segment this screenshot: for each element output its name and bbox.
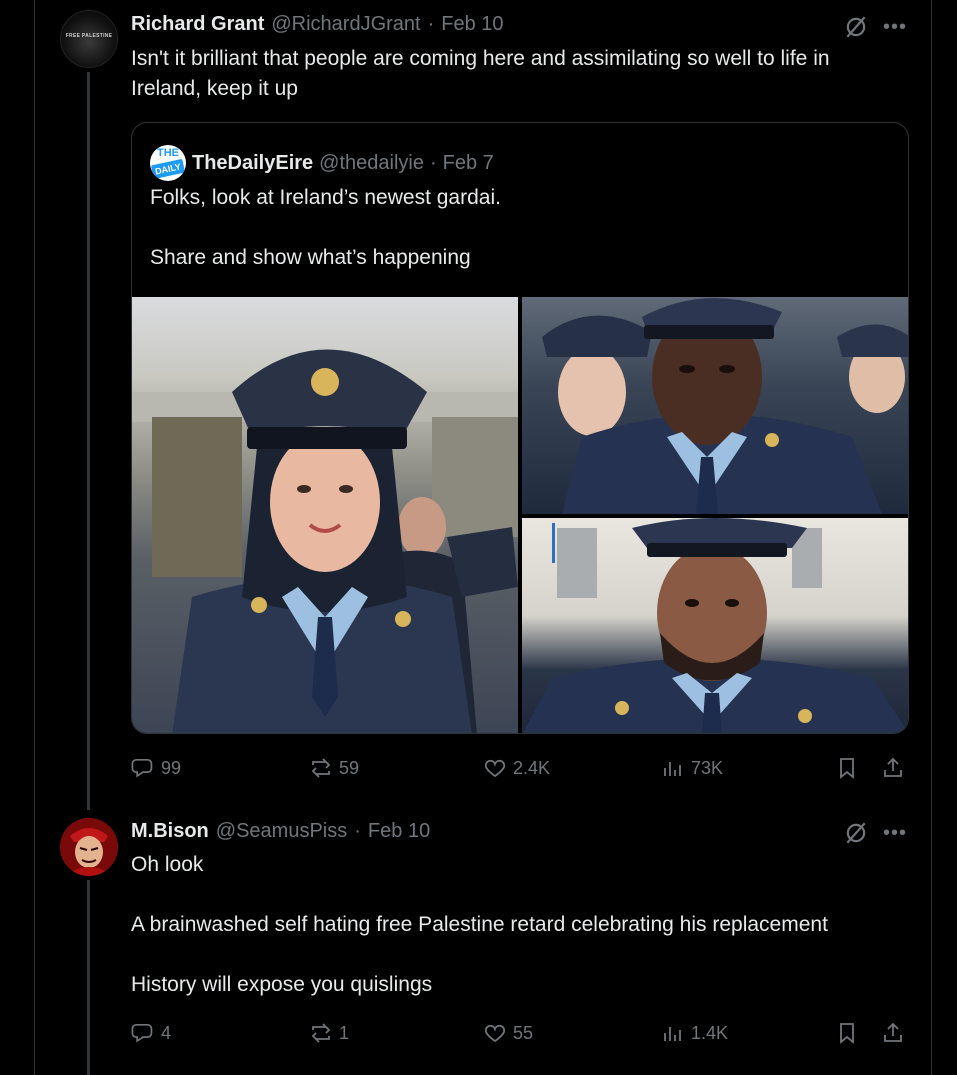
- tweet-top-icons: •••: [843, 820, 907, 846]
- separator: ·: [354, 820, 361, 842]
- repost-button[interactable]: 59: [309, 756, 359, 780]
- views-icon: [664, 1027, 681, 1041]
- tweet-header: M.Bison @SeamusPiss · Feb 10: [131, 820, 430, 843]
- quoted-date: Feb 7: [442, 151, 494, 174]
- photo-2[interactable]: [522, 297, 908, 514]
- tweet-date[interactable]: Feb 10: [368, 820, 430, 843]
- repost-icon: [311, 1023, 331, 1043]
- like-count: 55: [513, 1022, 534, 1043]
- tweet-date[interactable]: Feb 10: [441, 13, 503, 36]
- tweet-actions: 4 1 55 1.4K: [131, 1019, 907, 1047]
- views-button[interactable]: 1.4K: [661, 1021, 728, 1045]
- share-button[interactable]: [881, 756, 905, 780]
- share-icon: [884, 1022, 902, 1042]
- author-handle[interactable]: @SeamusPiss: [216, 820, 347, 843]
- tweet-text-line: A brainwashed self hating free Palestine…: [131, 913, 828, 936]
- photo-1[interactable]: [132, 297, 518, 733]
- more-options-icon[interactable]: •••: [883, 17, 907, 37]
- quoted-author-handle: @thedailyie: [319, 151, 424, 174]
- photo-grid: [132, 297, 908, 733]
- quoted-tweet-header: THE DAILY TheDailyEire @thedailyie · Feb…: [150, 145, 494, 181]
- tweet-header: Richard Grant @RichardJGrant · Feb 10: [131, 13, 504, 36]
- views-icon: [664, 762, 681, 776]
- quoted-avatar-bottom-text: DAILY: [150, 158, 186, 180]
- share-icon: [884, 757, 902, 777]
- quoted-text: Folks, look at Ireland’s newest gardai. …: [150, 183, 501, 273]
- reply-button[interactable]: 99: [131, 756, 181, 780]
- like-button[interactable]: 55: [483, 1021, 533, 1045]
- repost-button[interactable]: 1: [309, 1021, 349, 1045]
- quoted-author-name: TheDailyEire: [192, 151, 314, 174]
- tweet-text-line: Ireland, keep it up: [131, 77, 298, 100]
- heart-icon: [484, 1024, 506, 1043]
- quoted-avatar-top-text: THE: [157, 147, 179, 159]
- quoted-avatar: THE DAILY: [150, 145, 186, 181]
- grok-icon[interactable]: [843, 14, 869, 40]
- bookmark-button[interactable]: [835, 756, 859, 780]
- views-count: 1.4K: [691, 1022, 729, 1043]
- heart-icon: [484, 759, 506, 778]
- bookmark-button[interactable]: [835, 1021, 859, 1045]
- repost-count: 59: [339, 757, 360, 778]
- avatar[interactable]: FREE PALESTINE: [60, 10, 118, 68]
- author-name[interactable]: Richard Grant: [131, 13, 264, 36]
- tweet-text: Isn't it brilliant that people are comin…: [131, 44, 830, 104]
- avatar[interactable]: [60, 818, 118, 876]
- reply-icon: [131, 1023, 153, 1043]
- tweet-text-line: Oh look: [131, 853, 204, 876]
- reply-count: 99: [161, 757, 182, 778]
- quoted-text-line: Share and show what’s happening: [150, 246, 471, 269]
- share-button[interactable]: [881, 1021, 905, 1045]
- author-name[interactable]: M.Bison: [131, 820, 209, 843]
- like-count: 2.4K: [513, 757, 551, 778]
- more-options-icon[interactable]: •••: [883, 823, 907, 843]
- reply-count: 4: [161, 1022, 172, 1043]
- tweet-text-line: History will expose you quislings: [131, 973, 433, 996]
- grok-icon[interactable]: [843, 820, 869, 846]
- bookmark-icon: [840, 1023, 854, 1044]
- like-button[interactable]: 2.4K: [483, 756, 550, 780]
- quoted-text-line: Folks, look at Ireland’s newest gardai.: [150, 186, 501, 209]
- repost-count: 1: [339, 1022, 350, 1043]
- author-handle[interactable]: @RichardJGrant: [271, 13, 420, 36]
- tweet-text: Oh look A brainwashed self hating free P…: [131, 850, 828, 1000]
- tweet-text-line: [131, 880, 828, 910]
- quoted-tweet[interactable]: THE DAILY TheDailyEire @thedailyie · Feb…: [131, 122, 909, 734]
- photo-3[interactable]: [522, 518, 908, 733]
- quoted-text-line: [150, 213, 501, 243]
- tweet-top-icons: •••: [843, 14, 907, 40]
- tweet-text-line: [131, 940, 828, 970]
- separator: ·: [427, 13, 435, 35]
- tweet-actions: 99 59 2.4K 73K: [131, 754, 907, 782]
- reply-button[interactable]: 4: [131, 1021, 171, 1045]
- thread-line: [87, 72, 90, 810]
- views-count: 73K: [691, 757, 724, 778]
- avatar-text: FREE PALESTINE: [65, 33, 113, 39]
- thread-line: [87, 880, 90, 1075]
- views-button[interactable]: 73K: [661, 756, 723, 780]
- reply-icon: [131, 758, 153, 778]
- bookmark-icon: [840, 758, 854, 779]
- tweet-text-line: Isn't it brilliant that people are comin…: [131, 47, 830, 70]
- separator: ·: [429, 151, 437, 174]
- repost-icon: [311, 758, 331, 778]
